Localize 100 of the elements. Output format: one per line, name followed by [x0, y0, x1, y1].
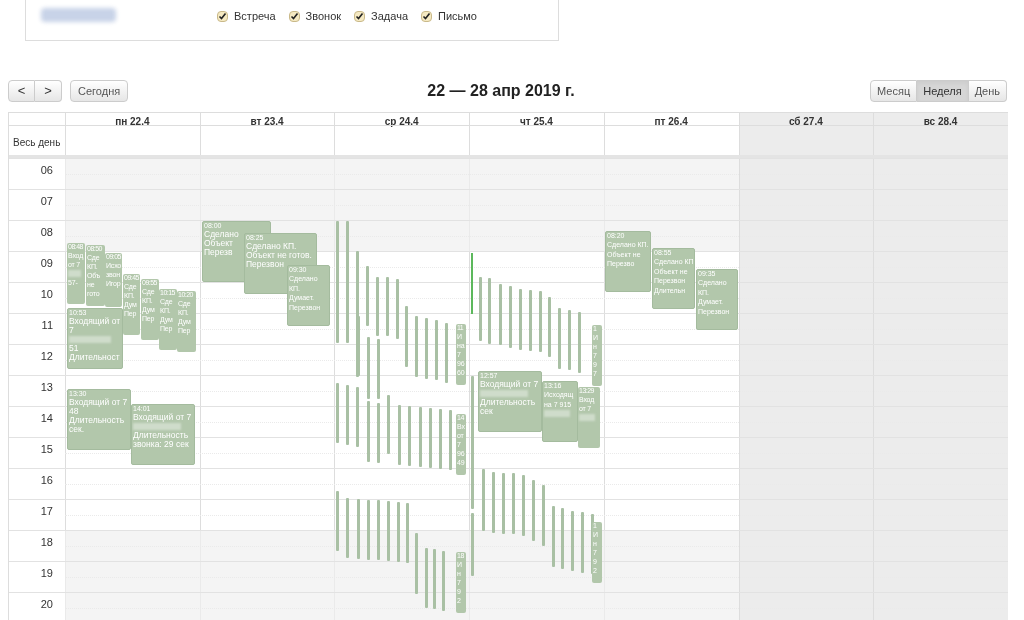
call-marker	[396, 279, 399, 339]
hour-label: 16	[39, 473, 53, 488]
checkbox[interactable]	[217, 10, 228, 22]
call-marker	[433, 549, 436, 609]
checkbox[interactable]	[354, 10, 366, 22]
redacted-block	[69, 336, 111, 343]
call-marker	[425, 318, 428, 379]
call-marker	[558, 308, 561, 369]
event-text: 48	[69, 407, 79, 416]
call-marker	[479, 277, 482, 341]
call-marker	[532, 480, 535, 541]
hour-label: 15	[39, 442, 53, 457]
hour-label: 07	[39, 194, 53, 209]
call-marker	[408, 406, 411, 466]
checkbox-label: Звонок	[305, 9, 342, 24]
call-marker	[512, 473, 515, 534]
checkbox-label: Задача	[371, 9, 408, 24]
call-marker	[346, 385, 349, 445]
checkbox[interactable]	[421, 10, 432, 22]
day-header: пт 26.4	[653, 115, 689, 129]
call-marker	[376, 277, 379, 336]
day-header: чт 25.4	[518, 115, 554, 129]
call-marker	[415, 316, 418, 377]
call-marker	[578, 312, 581, 373]
call-marker	[377, 339, 380, 399]
redacted-block	[133, 423, 181, 430]
call-marker	[449, 410, 452, 470]
call-marker	[429, 408, 432, 468]
call-marker	[542, 485, 545, 546]
call-marker	[568, 310, 571, 370]
day-header: вт 23.4	[249, 115, 285, 129]
event-text: Входящий от 7	[69, 398, 128, 407]
event-text: Входящий от 7	[133, 413, 192, 422]
call-marker	[548, 297, 551, 357]
checkbox-label: Встреча	[234, 9, 276, 24]
call-marker	[492, 472, 495, 533]
day-header: пн 22.4	[114, 115, 151, 129]
event-text: Входящий от 7	[480, 380, 539, 389]
event-text: Сделано	[204, 230, 239, 239]
call-marker	[367, 401, 370, 462]
call-marker	[377, 500, 380, 560]
hour-label: 10	[39, 287, 53, 302]
call-marker	[377, 403, 380, 463]
event-text: 7	[69, 326, 74, 335]
call-marker	[445, 323, 448, 383]
call-marker	[415, 533, 418, 594]
call-marker	[539, 291, 542, 352]
day-header: ср 24.4	[383, 115, 420, 129]
call-marker	[419, 407, 422, 467]
event-text: сек	[480, 407, 493, 416]
view-tab[interactable]: День	[968, 80, 1007, 102]
call-marker	[356, 387, 359, 447]
date-range-title: 22 — 28 апр 2019 г.	[426, 81, 576, 101]
next-button[interactable]: >	[35, 80, 62, 102]
call-marker	[336, 383, 339, 443]
call-marker	[366, 266, 369, 326]
hour-label: 06	[39, 163, 53, 178]
call-marker	[471, 513, 474, 576]
event-text: Длительность	[480, 398, 536, 407]
hour-label: 12	[39, 349, 53, 364]
event-text: Объект	[204, 239, 233, 248]
event-text: Перезв	[204, 248, 233, 257]
view-tab[interactable]: Месяц	[870, 80, 918, 102]
hour-label: 09	[39, 256, 53, 271]
call-marker	[502, 473, 505, 534]
hour-label: 11	[40, 318, 53, 333]
day-header: сб 27.4	[787, 115, 824, 129]
all-day-label: Весь день	[13, 136, 61, 150]
hour-label: 20	[39, 597, 53, 612]
redacted-block	[480, 390, 528, 397]
event-text: Длительность	[133, 431, 189, 440]
previous-button[interactable]: <	[8, 80, 35, 102]
call-marker	[529, 290, 532, 351]
event-text: Длительност	[69, 353, 120, 362]
checkbox[interactable]	[288, 10, 300, 22]
call-marker	[425, 548, 428, 608]
hour-label: 08	[39, 225, 53, 240]
checkbox-label: Письмо	[438, 9, 477, 24]
call-marker	[386, 277, 389, 336]
call-marker	[397, 502, 400, 562]
event-text: сек.	[69, 425, 85, 434]
redacted-block	[68, 270, 81, 277]
call-marker	[442, 551, 445, 611]
call-marker	[405, 306, 408, 367]
today-button[interactable]: Сегодня	[70, 80, 129, 102]
current-time-line	[471, 253, 473, 314]
call-marker	[387, 501, 390, 561]
call-marker	[406, 503, 409, 563]
call-marker	[387, 395, 390, 454]
day-header: вс 28.4	[922, 115, 959, 129]
event-text: звонка: 29 сек	[133, 440, 189, 449]
hour-label: 17	[39, 504, 53, 519]
view-tab[interactable]: Неделя	[917, 80, 969, 102]
call-marker	[522, 475, 525, 536]
call-marker	[367, 500, 370, 560]
event-text: Входящий от	[69, 317, 121, 326]
redacted-block	[544, 410, 570, 417]
call-marker	[488, 278, 491, 344]
call-marker	[367, 337, 370, 399]
call-marker	[561, 508, 564, 569]
